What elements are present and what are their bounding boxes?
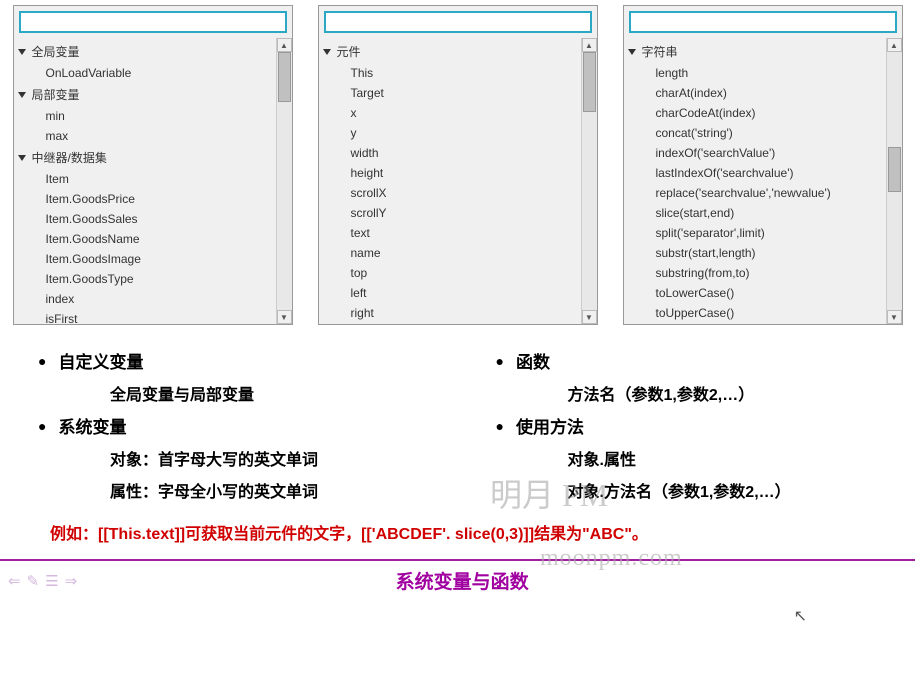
group-label: 元件 — [337, 43, 361, 60]
tree-item[interactable]: substr(start,length) — [624, 243, 886, 263]
heading-custom-var: 自定义变量 — [38, 348, 438, 373]
text-object-rule: 对象：首字母大写的英文单词 — [110, 446, 438, 470]
footer: ⇐ ✎ ☰ ⇒ 系统变量与函数 — [0, 561, 915, 600]
tree-left: 全局变量 OnLoadVariable 局部变量 min max 中继器/数据集… — [14, 38, 276, 324]
scroll-down-icon[interactable]: ▼ — [582, 310, 597, 324]
footer-toolbar: ⇐ ✎ ☰ ⇒ — [8, 572, 77, 590]
chevron-down-icon — [18, 92, 26, 98]
tree-item[interactable]: left — [319, 283, 581, 303]
scroll-up-icon[interactable]: ▲ — [277, 38, 292, 52]
search-input-left[interactable] — [19, 11, 287, 33]
tree-item[interactable]: substring(from,to) — [624, 263, 886, 283]
tree-item[interactable]: charCodeAt(index) — [624, 103, 886, 123]
scroll-thumb[interactable] — [278, 52, 291, 102]
group-label: 全局变量 — [32, 43, 80, 60]
scroll-down-icon[interactable]: ▼ — [887, 310, 902, 324]
tree-item[interactable]: This — [319, 63, 581, 83]
tree-item[interactable]: scrollY — [319, 203, 581, 223]
tree-item[interactable]: concat('string') — [624, 123, 886, 143]
tree-header[interactable]: 元件 — [319, 40, 581, 63]
tree-item[interactable]: Item.GoodsType — [14, 269, 276, 289]
tree-header[interactable]: 局部变量 — [14, 83, 276, 106]
text-method-sig: 方法名（参数1,参数2,…） — [568, 381, 896, 405]
tree-item[interactable]: Target — [319, 83, 581, 103]
scroll-up-icon[interactable]: ▲ — [582, 38, 597, 52]
tree-item[interactable]: slice(start,end) — [624, 203, 886, 223]
scroll-thumb[interactable] — [583, 52, 596, 112]
heading-function: 函数 — [496, 348, 896, 373]
tree-item[interactable]: toLowerCase() — [624, 283, 886, 303]
tree-item[interactable]: text — [319, 223, 581, 243]
tree-item[interactable]: Item.GoodsImage — [14, 249, 276, 269]
tree-item[interactable]: right — [319, 303, 581, 323]
tree-item[interactable]: length — [624, 63, 886, 83]
scrollbar[interactable]: ▲ ▼ — [581, 38, 597, 324]
search-input-middle[interactable] — [324, 11, 592, 33]
search-input-right[interactable] — [629, 11, 897, 33]
tree-item[interactable]: Item.GoodsName — [14, 229, 276, 249]
tree-header[interactable]: 中继器/数据集 — [14, 146, 276, 169]
scrollbar[interactable]: ▲ ▼ — [886, 38, 902, 324]
text-usage-attr: 对象.属性 — [568, 446, 896, 470]
text-usage-method: 对象.方法名（参数1,参数2,…） — [568, 478, 896, 502]
scrollbar[interactable]: ▲ ▼ — [276, 38, 292, 324]
heading-system-var: 系统变量 — [38, 413, 438, 438]
cursor-icon: ↖ — [794, 606, 807, 626]
tree-item[interactable]: width — [319, 143, 581, 163]
tree-item[interactable]: x — [319, 103, 581, 123]
tree-item[interactable]: Item.GoodsSales — [14, 209, 276, 229]
watermark-url: moonpm.com — [540, 545, 683, 572]
tree-item[interactable]: isFirst — [14, 309, 276, 324]
tree-item[interactable]: height — [319, 163, 581, 183]
group-label: 中继器/数据集 — [32, 149, 107, 166]
tree-item[interactable]: lastIndexOf('searchvalue') — [624, 163, 886, 183]
arrow-left-icon[interactable]: ⇐ — [8, 572, 21, 590]
example-text: 例如：[[This.text]]可获取当前元件的文字，[['ABCDEF'. s… — [0, 515, 915, 554]
panel-variables: 全局变量 OnLoadVariable 局部变量 min max 中继器/数据集… — [13, 5, 293, 325]
pencil-icon[interactable]: ✎ — [27, 572, 40, 590]
text-attr-rule: 属性：字母全小写的英文单词 — [110, 478, 438, 502]
tree-item[interactable]: charAt(index) — [624, 83, 886, 103]
tree-item[interactable]: replace('searchvalue','newvalue') — [624, 183, 886, 203]
footer-title: 系统变量与函数 — [77, 567, 847, 594]
tree-item[interactable]: name — [319, 243, 581, 263]
tree-right: 字符串 length charAt(index) charCodeAt(inde… — [624, 38, 886, 324]
tree-middle: 元件 This Target x y width height scrollX … — [319, 38, 581, 324]
chevron-down-icon — [628, 49, 636, 55]
scroll-thumb[interactable] — [888, 147, 901, 192]
tree-item[interactable]: y — [319, 123, 581, 143]
panel-string: 字符串 length charAt(index) charCodeAt(inde… — [623, 5, 903, 325]
tree-item[interactable]: Item.GoodsPrice — [14, 189, 276, 209]
tree-item[interactable]: split('separator',limit) — [624, 223, 886, 243]
panels-row: 全局变量 OnLoadVariable 局部变量 min max 中继器/数据集… — [0, 0, 915, 330]
tree-item[interactable]: scrollX — [319, 183, 581, 203]
scroll-down-icon[interactable]: ▼ — [277, 310, 292, 324]
tree-item[interactable]: index — [14, 289, 276, 309]
heading-usage: 使用方法 — [496, 413, 896, 438]
watermark-brand: 明月 PM — [490, 470, 608, 516]
scroll-up-icon[interactable]: ▲ — [887, 38, 902, 52]
content-columns: 自定义变量 全局变量与局部变量 系统变量 对象：首字母大写的英文单词 属性：字母… — [0, 330, 915, 515]
left-column: 自定义变量 全局变量与局部变量 系统变量 对象：首字母大写的英文单词 属性：字母… — [20, 340, 438, 510]
tree-item[interactable]: max — [14, 126, 276, 146]
tree-item[interactable]: min — [14, 106, 276, 126]
text-global-local: 全局变量与局部变量 — [110, 381, 438, 405]
arrow-right-icon[interactable]: ⇒ — [65, 572, 78, 590]
menu-icon[interactable]: ☰ — [45, 572, 58, 590]
chevron-down-icon — [323, 49, 331, 55]
chevron-down-icon — [18, 155, 26, 161]
tree-item[interactable]: Item — [14, 169, 276, 189]
group-label: 字符串 — [642, 43, 678, 60]
group-label: 局部变量 — [32, 86, 80, 103]
tree-header[interactable]: 字符串 — [624, 40, 886, 63]
tree-item[interactable]: toUpperCase() — [624, 303, 886, 323]
chevron-down-icon — [18, 49, 26, 55]
panel-widget: 元件 This Target x y width height scrollX … — [318, 5, 598, 325]
tree-item[interactable]: indexOf('searchValue') — [624, 143, 886, 163]
tree-item[interactable]: OnLoadVariable — [14, 63, 276, 83]
tree-header[interactable]: 全局变量 — [14, 40, 276, 63]
tree-item[interactable]: top — [319, 263, 581, 283]
